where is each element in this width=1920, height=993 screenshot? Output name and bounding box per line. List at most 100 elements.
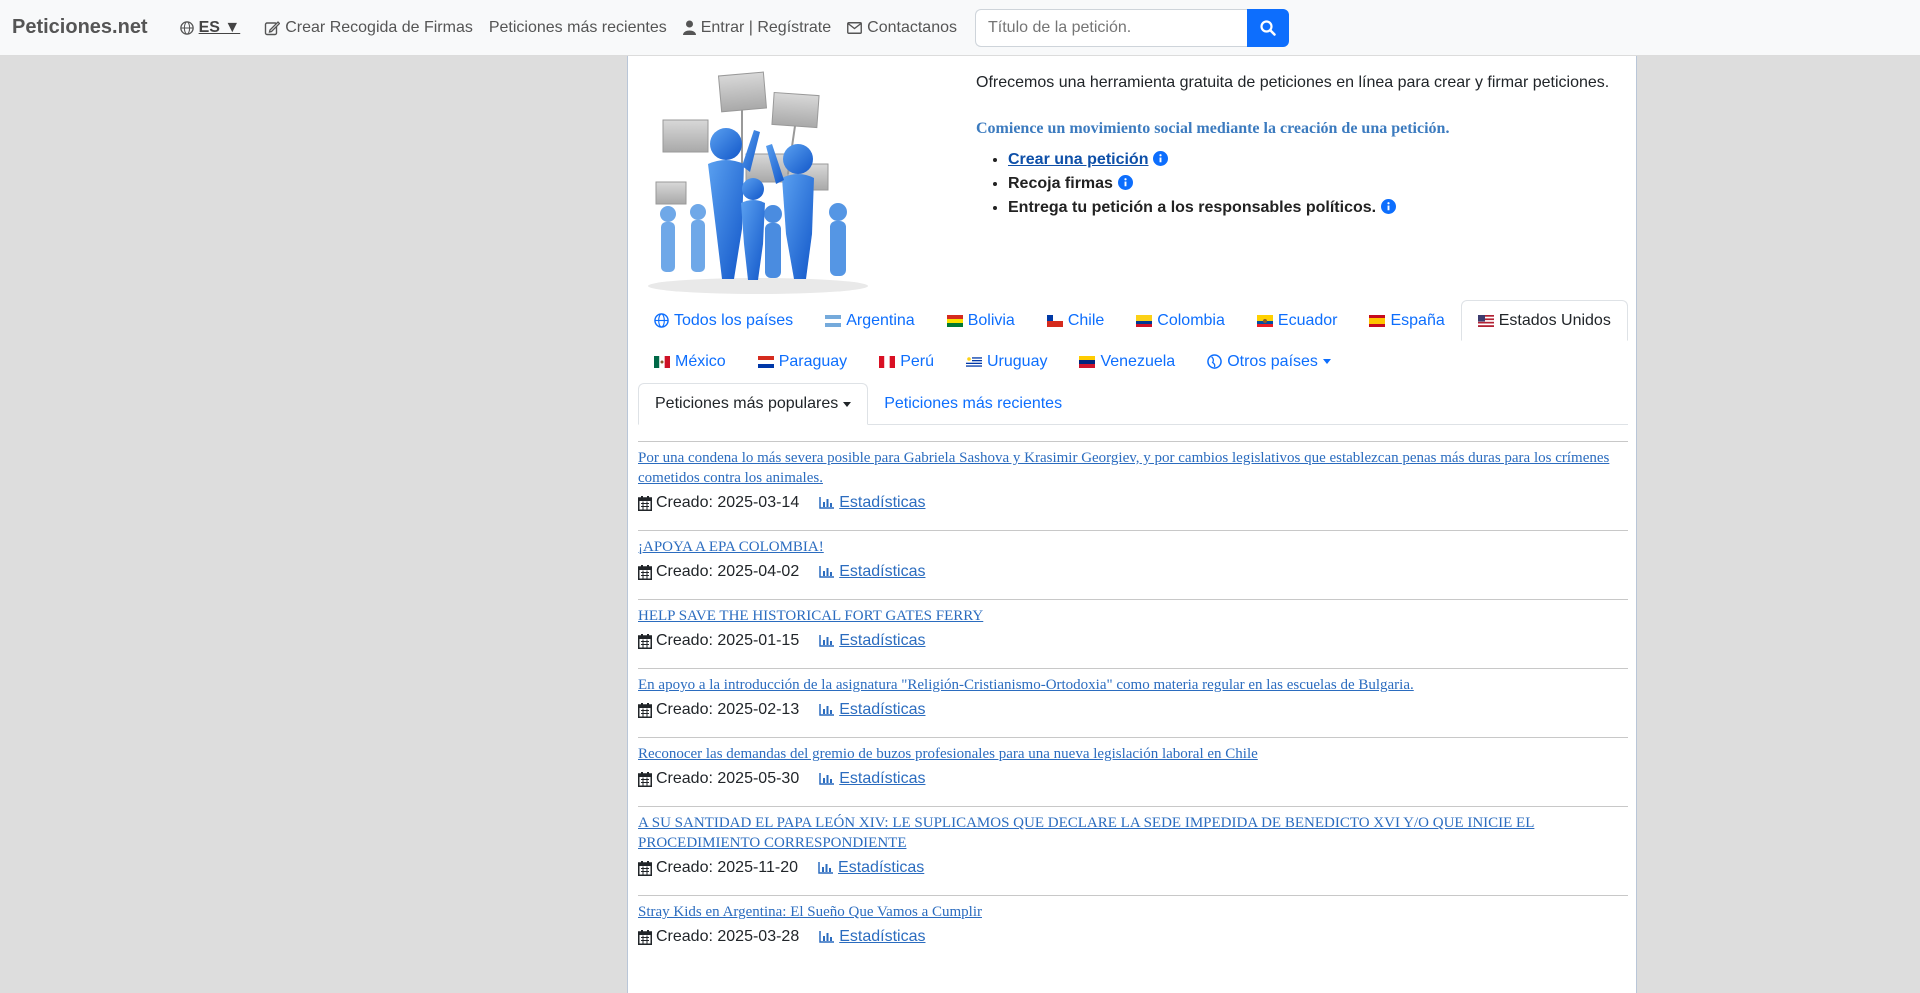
calendar-icon xyxy=(638,633,652,649)
colombia-flag-icon xyxy=(1136,314,1153,327)
search-form xyxy=(975,8,1289,47)
petition-title-link[interactable]: ¡APOYA A EPA COLOMBIA! xyxy=(638,537,1628,557)
list-item: Por una condena lo más severa posible pa… xyxy=(638,441,1628,518)
mexico-flag-icon xyxy=(654,355,670,368)
search-input[interactable] xyxy=(975,8,1247,47)
petition-meta: Creado: 2025-11-20 Estadísticas xyxy=(638,853,1628,883)
info-icon[interactable] xyxy=(1153,150,1169,166)
tab-chile[interactable]: Chile xyxy=(1031,300,1120,341)
language-selector[interactable]: ES ▼ xyxy=(179,19,240,37)
stats-link[interactable]: Estadísticas xyxy=(819,928,925,946)
petition-list: Por una condena lo más severa posible pa… xyxy=(638,441,1628,952)
tab-ecuador[interactable]: Ecuador xyxy=(1241,300,1354,341)
steps-list: Crear una petición Recoja firmas Entrega… xyxy=(1008,148,1397,220)
tab-label: Colombia xyxy=(1157,311,1225,329)
tab-label: Todos los países xyxy=(674,311,794,329)
create-petition-link[interactable]: Crear una petición xyxy=(1008,151,1148,168)
envelope-icon xyxy=(847,21,863,34)
protest-crowd-illustration xyxy=(648,71,868,294)
calendar-icon xyxy=(638,860,652,876)
nav-login-label: Entrar | Regístrate xyxy=(700,18,832,36)
globe-americas-icon xyxy=(1207,354,1223,369)
chevron-down-icon xyxy=(843,401,852,407)
petition-title-link[interactable]: HELP SAVE THE HISTORICAL FORT GATES FERR… xyxy=(638,606,1628,626)
chart-icon xyxy=(819,497,835,509)
petition-meta: Creado: 2025-01-15 Estadísticas xyxy=(638,626,1628,656)
search-button[interactable] xyxy=(1247,8,1289,47)
stats-label: Estadísticas xyxy=(839,632,926,649)
tab-venezuela[interactable]: Venezuela xyxy=(1063,341,1191,382)
tab-label: Peticiones más populares xyxy=(655,395,839,412)
created-date: Creado: 2025-03-28 xyxy=(656,928,800,945)
movement-heading: Comience un movimiento social mediante l… xyxy=(976,120,1450,137)
nav-recent-petitions[interactable]: Peticiones más recientes xyxy=(489,19,667,37)
tab-label: Otros países xyxy=(1227,352,1318,370)
tab-label: Perú xyxy=(900,352,934,370)
stats-link[interactable]: Estadísticas xyxy=(819,701,925,719)
tab-uruguay[interactable]: Uruguay xyxy=(950,341,1063,382)
calendar-icon xyxy=(638,929,652,945)
tab-most-popular[interactable]: Peticiones más populares xyxy=(638,383,869,425)
petition-title-link[interactable]: Reconocer las demandas del gremio de buz… xyxy=(638,744,1628,764)
tab-argentina[interactable]: Argentina xyxy=(809,300,931,341)
petition-title-link[interactable]: Stray Kids en Argentina: El Sueño Que Va… xyxy=(638,902,1628,922)
tab-bolivia[interactable]: Bolivia xyxy=(931,300,1031,341)
chart-icon xyxy=(819,773,835,785)
stats-link[interactable]: Estadísticas xyxy=(819,770,925,788)
stats-label: Estadísticas xyxy=(838,859,925,876)
chart-icon xyxy=(819,635,835,647)
tab-colombia[interactable]: Colombia xyxy=(1120,300,1241,341)
globe-icon xyxy=(179,20,194,35)
brand-logo[interactable]: Peticiones.net xyxy=(12,16,148,39)
nav-recent-label: Peticiones más recientes xyxy=(488,18,667,36)
chart-icon xyxy=(819,566,835,578)
list-item: A SU SANTIDAD EL PAPA LEÓN XIV: LE SUPLI… xyxy=(638,806,1628,883)
tab-paraguay[interactable]: Paraguay xyxy=(742,341,864,382)
stats-link[interactable]: Estadísticas xyxy=(819,563,925,581)
petition-meta: Creado: 2025-03-28 Estadísticas xyxy=(638,922,1628,952)
chile-flag-icon xyxy=(1046,314,1063,327)
petition-title-link[interactable]: A SU SANTIDAD EL PAPA LEÓN XIV: LE SUPLI… xyxy=(638,813,1628,853)
petition-meta: Creado: 2025-05-30 Estadísticas xyxy=(638,764,1628,794)
stats-link[interactable]: Estadísticas xyxy=(819,494,925,512)
nav-create-petition[interactable]: Crear Recogida de Firmas xyxy=(264,19,473,37)
edit-icon xyxy=(265,20,281,35)
tab-other-countries[interactable]: Otros países xyxy=(1191,341,1347,382)
deliver-petition-label: Entrega tu petición a los responsables p… xyxy=(1008,199,1377,216)
uruguay-flag-icon xyxy=(965,355,982,368)
step-collect: Recoja firmas xyxy=(1008,172,1396,196)
tab-label: Uruguay xyxy=(986,352,1048,370)
intro-text: Ofrecemos una herramienta gratuita de pe… xyxy=(976,74,1610,91)
stats-link[interactable]: Estadísticas xyxy=(818,859,924,877)
info-icon[interactable] xyxy=(1381,198,1397,214)
petition-meta: Creado: 2025-04-02 Estadísticas xyxy=(638,557,1628,587)
tab-all-countries[interactable]: Todos los países xyxy=(638,300,809,341)
step-create: Crear una petición xyxy=(1008,148,1396,172)
tab-peru[interactable]: Perú xyxy=(863,341,950,382)
list-item: Reconocer las demandas del gremio de buz… xyxy=(638,737,1628,794)
list-item: En apoyo a la introducción de la asignat… xyxy=(638,668,1628,725)
calendar-icon xyxy=(638,495,652,511)
info-icon[interactable] xyxy=(1117,174,1133,190)
tab-label: Paraguay xyxy=(778,352,848,370)
venezuela-flag-icon xyxy=(1079,355,1096,368)
tab-espana[interactable]: España xyxy=(1353,300,1460,341)
tab-mexico[interactable]: México xyxy=(638,341,742,382)
stats-link[interactable]: Estadísticas xyxy=(819,632,925,650)
tab-label: Estados Unidos xyxy=(1498,311,1611,329)
tab-label: Argentina xyxy=(846,311,915,329)
top-navbar: Peticiones.net ES ▼ Crear Recogida de Fi… xyxy=(0,0,1920,56)
nav-login[interactable]: Entrar | Regístrate xyxy=(682,18,832,37)
nav-contact[interactable]: Contactanos xyxy=(847,19,957,37)
tab-label: Chile xyxy=(1067,311,1105,329)
tab-estados-unidos[interactable]: Estados Unidos xyxy=(1460,300,1628,341)
petition-title-link[interactable]: Por una condena lo más severa posible pa… xyxy=(638,448,1628,488)
tab-most-recent[interactable]: Peticiones más recientes xyxy=(868,383,1078,425)
main-panel: Ofrecemos una herramienta gratuita de pe… xyxy=(627,56,1637,993)
chart-icon xyxy=(818,862,834,874)
stats-label: Estadísticas xyxy=(839,563,926,580)
petition-title-link[interactable]: En apoyo a la introducción de la asignat… xyxy=(638,675,1628,695)
created-date: Creado: 2025-05-30 xyxy=(656,770,800,787)
petition-meta: Creado: 2025-02-13 Estadísticas xyxy=(638,695,1628,725)
chart-icon xyxy=(819,931,835,943)
